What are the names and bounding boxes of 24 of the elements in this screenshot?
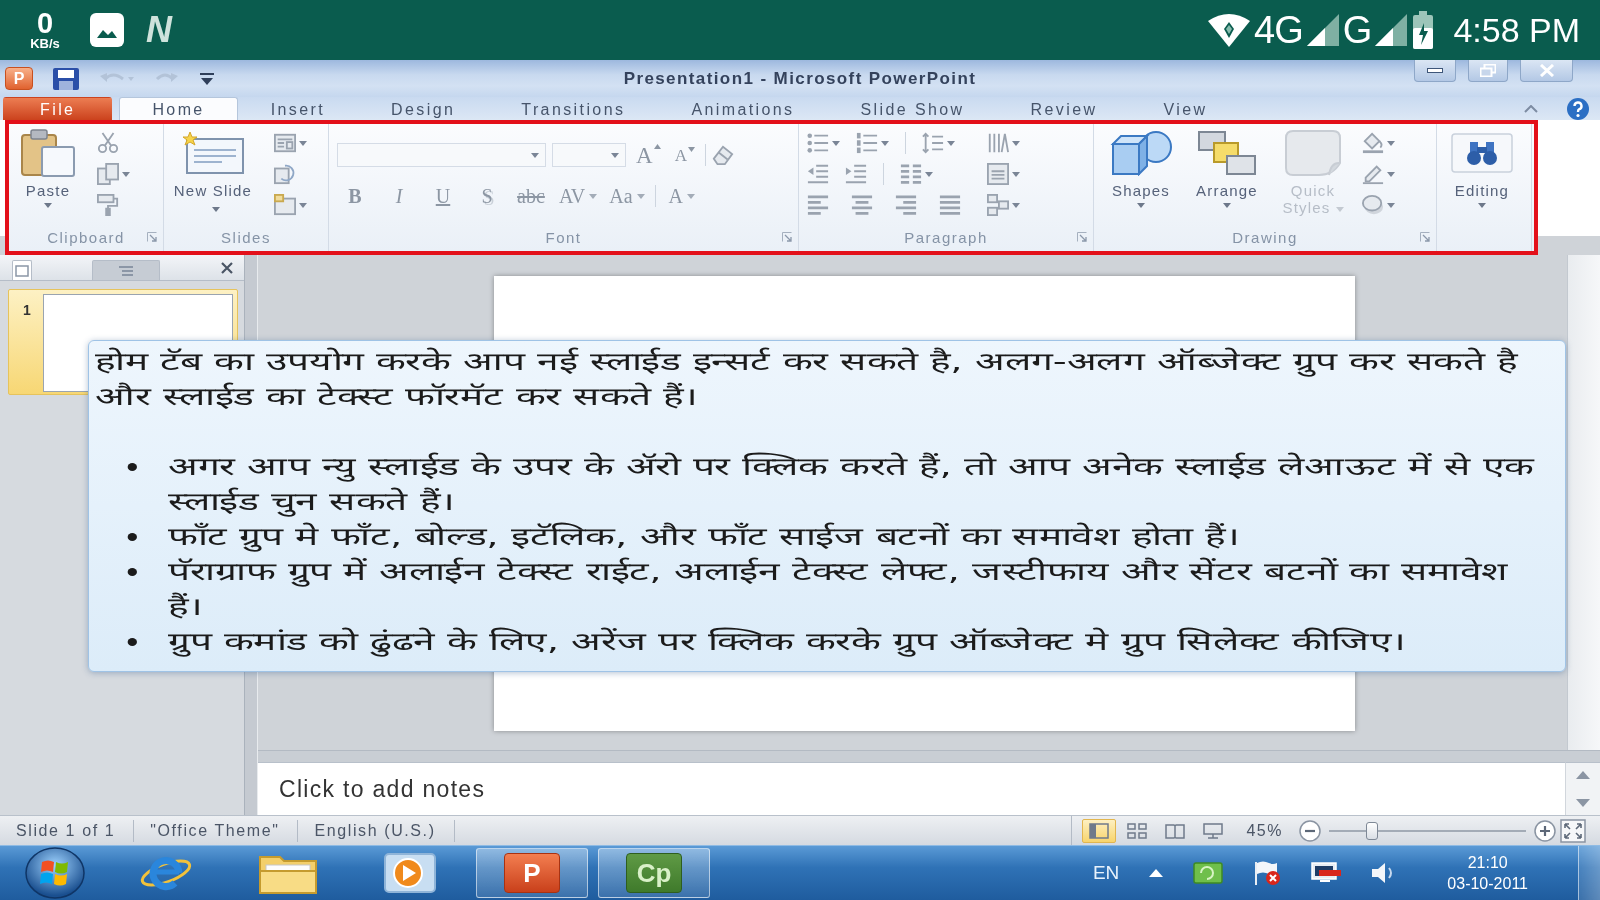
group-label: Clipboard (47, 228, 125, 246)
bullet-text: अगर आप न्यु स्लाईड के उपर के ॲरो पर क्लिक करते हैं, तो आप अनेक स्लाईड लेआऊट में से एक स्लाईड चुन सकते हैं। (168, 451, 1536, 519)
data-rate: 0 (36, 9, 54, 37)
app-logo: Cp (626, 853, 682, 893)
tooltip-text: होम टॅब का उपयोग करके आप नई स्लाईड इन्सर्ट कर सकते है, अलग-अलग ऑब्जेक्ट ग्रुप कर सकते है और स्लाईड का टेक्स्ट फॉरमॅट कर सकते हैं। (95, 346, 1519, 413)
bullet-text: पॅराग्राफ ग्रुप में अलाईन टेक्स्ट राईट, अलाईन टेक्स्ट लेफ्ट, जस्टीफाय और सेंटर बटनों का समावेश हैं। (168, 556, 1509, 623)
slide-counter: Slide 1 of 1 (0, 819, 135, 842)
data-rate-unit: KB/s (30, 37, 60, 51)
clock-date: 03-10-2011 (1447, 874, 1528, 894)
clock-time: 21:10 (1467, 853, 1508, 873)
group-label: Font (545, 228, 582, 246)
network-type: G (1342, 11, 1372, 49)
window-title: Presentation1 - Microsoft PowerPoint (622, 68, 978, 89)
group-label: Paragraph (904, 228, 988, 246)
network-type: 4G (1254, 11, 1303, 49)
notification-letter: N (146, 12, 172, 48)
group-label: Slides (221, 228, 271, 246)
bullet-text: फॉंट ग्रुप मे फॉंट, बोल्ड, इटॅलिक, और फॉंट साईज बटनों का समावेश होता हैं। (168, 521, 1240, 554)
theme-name: "Office Theme" (134, 819, 299, 842)
phone-clock: 4:58 PM (1453, 13, 1580, 47)
bullet-text: ग्रुप कमांड को ढुंढने के लिए, अरेंज पर क्लिक करके ग्रुप ऑब्जेक्ट मे ग्रुप सिलेक्ट कीजिए। (168, 626, 1407, 659)
group-label: Drawing (1232, 228, 1298, 246)
slide-number: 1 (23, 302, 31, 318)
app-logo: P (504, 853, 560, 893)
